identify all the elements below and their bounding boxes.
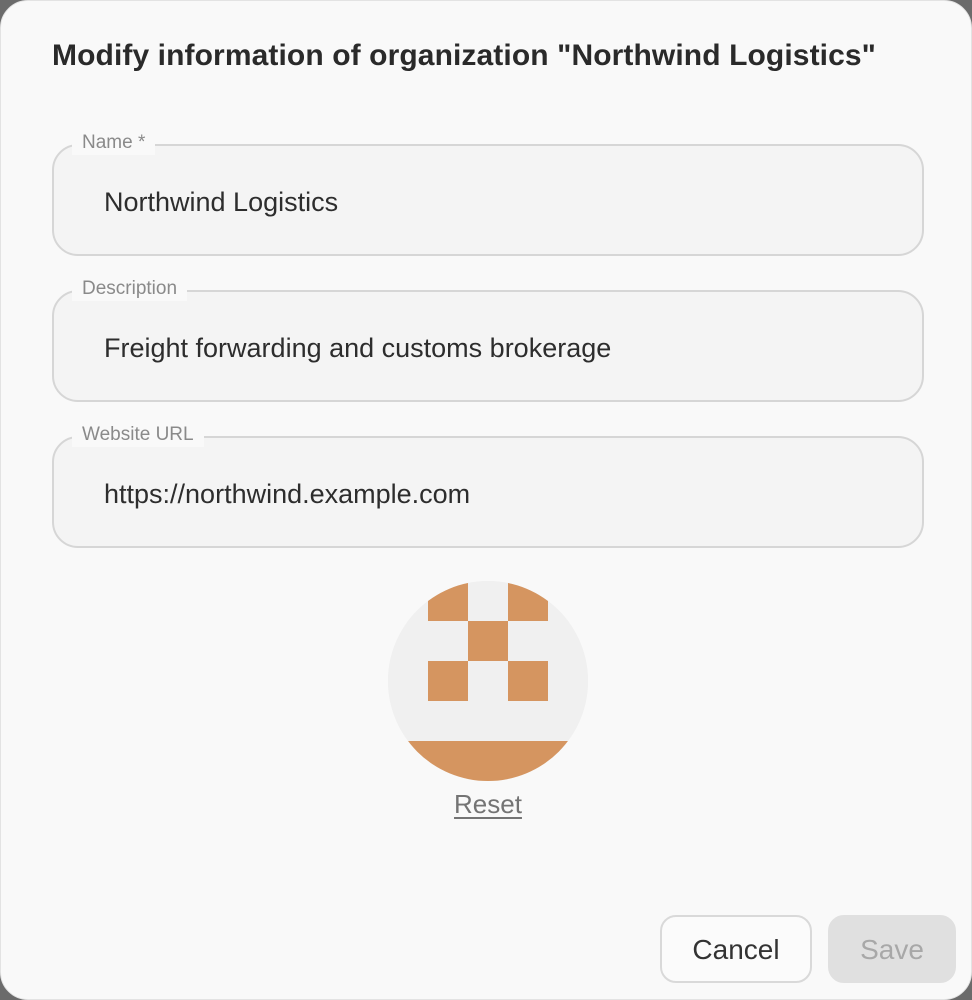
save-button[interactable]: Save	[828, 915, 956, 983]
name-input[interactable]: Northwind Logistics	[104, 186, 884, 218]
name-field[interactable]: Name * Northwind Logistics	[52, 131, 924, 256]
reset-avatar-link[interactable]: Reset	[388, 789, 588, 820]
cancel-button[interactable]: Cancel	[660, 915, 812, 983]
name-field-label: Name *	[72, 131, 156, 155]
website-url-field-label: Website URL	[72, 423, 204, 447]
dialog-title: Modify information of organization "Nort…	[52, 39, 876, 72]
description-input[interactable]: Freight forwarding and customs brokerage	[104, 332, 884, 364]
identicon-icon	[388, 581, 588, 781]
description-field[interactable]: Description Freight forwarding and custo…	[52, 277, 924, 402]
description-field-label: Description	[72, 277, 188, 301]
edit-organization-dialog: Modify information of organization "Nort…	[0, 0, 972, 1000]
website-url-field[interactable]: Website URL https://northwind.example.co…	[52, 423, 924, 548]
organization-avatar[interactable]	[388, 581, 588, 781]
website-url-input[interactable]: https://northwind.example.com	[104, 478, 884, 510]
